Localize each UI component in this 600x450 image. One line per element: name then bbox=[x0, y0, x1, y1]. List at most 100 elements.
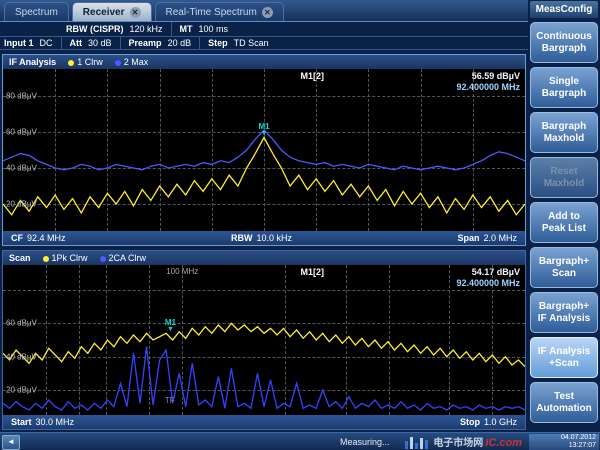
trace2-legend[interactable]: 2CA Clrw bbox=[100, 253, 147, 263]
softkey-single-bargraph[interactable]: Single Bargraph bbox=[530, 67, 598, 108]
watermark: 电子市场网 IC.com bbox=[405, 434, 522, 449]
y-axis-label: 20 dBµV bbox=[6, 386, 37, 395]
legend-label: 1 Clrw bbox=[77, 57, 103, 67]
watermark-bar bbox=[405, 441, 408, 449]
y-axis-label: 60 dBµV bbox=[6, 128, 37, 137]
marker-readout-name: M1[2] bbox=[301, 267, 325, 277]
marker-level: 56.59 dBµV bbox=[456, 71, 520, 82]
marker-m1[interactable]: M1 ▼ bbox=[258, 123, 269, 137]
y-axis-label: 40 dBµV bbox=[6, 352, 37, 361]
y-axis-label: 40 dBµV bbox=[6, 164, 37, 173]
softkey-menu-title: MeasConfig bbox=[530, 1, 598, 18]
if-analysis-window[interactable]: IF Analysis 1 Clrw 2 Max 80 dBµV 60 dBµV 4… bbox=[2, 54, 526, 246]
date: 04.07.2012 bbox=[532, 434, 596, 442]
marker-m1[interactable]: M1 ▼ bbox=[165, 319, 176, 333]
close-icon[interactable]: ✕ bbox=[262, 7, 273, 18]
marker-readout-name: M1[2] bbox=[301, 71, 325, 81]
date-time-display: 04.07.2012 13:27:07 bbox=[529, 434, 599, 450]
softkey-continuous-bargraph[interactable]: Continuous Bargraph bbox=[530, 22, 598, 63]
settings-row-1: RBW (CISPR) 120 kHz MT100 ms bbox=[0, 22, 528, 36]
scan-window-header: Scan 1Pk Clrw 2CA Clrw bbox=[3, 251, 525, 265]
scan-window[interactable]: Scan 1Pk Clrw 2CA Clrw 60 dBµV 40 dBµV 20 … bbox=[2, 250, 526, 430]
tab-spectrum[interactable]: Spectrum bbox=[4, 2, 69, 21]
y-axis-label: 20 dBµV bbox=[6, 200, 37, 209]
blue-trace-dot-icon bbox=[100, 256, 106, 262]
cf-readout[interactable]: CF92.4 MHz bbox=[11, 233, 66, 243]
marker-triangle-icon: ▼ bbox=[258, 130, 269, 137]
tab-bar: Spectrum Receiver ✕ Real-Time Spectrum ✕… bbox=[0, 0, 600, 22]
close-icon[interactable]: ✕ bbox=[130, 7, 141, 18]
blue-trace-dot-icon bbox=[115, 60, 121, 66]
step-setting[interactable]: Step TD Scan bbox=[208, 38, 269, 48]
rbw-setting[interactable]: RBW (CISPR) 120 kHz bbox=[66, 24, 163, 34]
if-window-header: IF Analysis 1 Clrw 2 Max bbox=[3, 55, 525, 69]
preamp-setting[interactable]: Preamp 20 dB bbox=[129, 38, 192, 48]
divider bbox=[61, 37, 62, 49]
preamp-label: Preamp bbox=[129, 38, 162, 48]
marker-m1-label: M1 bbox=[165, 319, 176, 326]
input-label: Input 1 bbox=[4, 38, 34, 48]
scan-plot[interactable]: 60 dBµV 40 dBµV 20 dBµV 100 MHz TF M1[2] 5… bbox=[3, 265, 525, 415]
softkey-bargraph-if-analysis[interactable]: Bargraph+ IF Analysis bbox=[530, 292, 598, 333]
att-label: Att bbox=[70, 38, 83, 48]
softkey-reset-maxhold: Reset Maxhold bbox=[530, 157, 598, 198]
softkey-bargraph-maxhold[interactable]: Bargraph Maxhold bbox=[530, 112, 598, 153]
start-readout[interactable]: Start30.0 MHz bbox=[11, 417, 74, 427]
if-window-footer: CF92.4 MHz RBW10.0 kHz Span2.0 MHz bbox=[3, 231, 525, 245]
scan-trace-svg bbox=[3, 265, 525, 415]
watermark-bar bbox=[415, 443, 418, 449]
settings-row-2: Input 1DC Att 30 dB Preamp 20 dB Step TD Sc… bbox=[0, 36, 528, 50]
preamp-value: 20 dB bbox=[168, 38, 192, 48]
back-arrow-button[interactable]: ◄ bbox=[2, 435, 20, 450]
stop-readout[interactable]: Stop1.0 GHz bbox=[460, 417, 517, 427]
rbw-value: 120 kHz bbox=[130, 24, 163, 34]
att-value: 30 dB bbox=[88, 38, 112, 48]
mt-setting[interactable]: MT100 ms bbox=[180, 24, 229, 34]
rbw-label: RBW (CISPR) bbox=[66, 24, 124, 34]
status-bar: ◄ Measuring... 电子市场网 IC.com 04.07.2012 1… bbox=[0, 432, 600, 450]
legend-label: 2 Max bbox=[124, 57, 149, 67]
tab-receiver[interactable]: Receiver ✕ bbox=[72, 2, 152, 21]
divider bbox=[171, 22, 172, 36]
legend-label: 2CA Clrw bbox=[109, 253, 147, 263]
marker-frequency: 92.400000 MHz bbox=[456, 82, 520, 93]
time: 13:27:07 bbox=[532, 442, 596, 450]
scan-window-footer: Start30.0 MHz Stop1.0 GHz bbox=[3, 415, 525, 429]
rbw-readout[interactable]: RBW10.0 kHz bbox=[231, 233, 292, 243]
att-setting[interactable]: Att 30 dB bbox=[70, 38, 112, 48]
softkey-if-analysis-scan[interactable]: IF Analysis +Scan bbox=[530, 337, 598, 378]
measuring-status: Measuring... bbox=[340, 437, 390, 447]
step-label: Step bbox=[208, 38, 228, 48]
trace1-legend[interactable]: 1 Clrw bbox=[68, 57, 103, 67]
tab-realtime-spectrum[interactable]: Real-Time Spectrum ✕ bbox=[155, 2, 284, 21]
marker-triangle-icon: ▼ bbox=[165, 326, 176, 333]
trace1-legend[interactable]: 1Pk Clrw bbox=[43, 253, 88, 263]
softkey-test-automation[interactable]: Test Automation bbox=[530, 382, 598, 423]
if-analysis-plot[interactable]: 80 dBµV 60 dBµV 40 dBµV 20 dBµV M1[2] 56.59… bbox=[3, 69, 525, 231]
input-setting[interactable]: Input 1DC bbox=[4, 38, 53, 48]
watermark-bar bbox=[410, 437, 413, 449]
tf-label: TF bbox=[165, 396, 175, 405]
watermark-logo-text: IC.com bbox=[485, 437, 522, 449]
x-gridline-label: 100 MHz bbox=[166, 267, 198, 276]
watermark-bar bbox=[425, 440, 428, 449]
y-axis-label: 60 dBµV bbox=[6, 319, 37, 328]
yellow-trace-dot-icon bbox=[68, 60, 74, 66]
marker-readout-values: 54.17 dBµV 92.400000 MHz bbox=[456, 267, 520, 289]
mt-label: MT bbox=[180, 24, 193, 34]
window-title: Scan bbox=[9, 253, 31, 263]
softkey-bargraph-scan[interactable]: Bargraph+ Scan bbox=[530, 247, 598, 288]
softkey-menu: MeasConfig Continuous Bargraph Single Ba… bbox=[528, 0, 600, 432]
marker-m1-label: M1 bbox=[258, 123, 269, 130]
trace2-legend[interactable]: 2 Max bbox=[115, 57, 149, 67]
softkey-add-to-peak-list[interactable]: Add to Peak List bbox=[530, 202, 598, 243]
tab-label: Spectrum bbox=[15, 7, 58, 18]
legend-label: 1Pk Clrw bbox=[52, 253, 88, 263]
y-axis-label: 80 dBµV bbox=[6, 92, 37, 101]
span-readout[interactable]: Span2.0 MHz bbox=[457, 233, 517, 243]
yellow-trace-dot-icon bbox=[43, 256, 49, 262]
step-value: TD Scan bbox=[234, 38, 269, 48]
tab-label: Real-Time Spectrum bbox=[166, 7, 257, 18]
watermark-bar bbox=[420, 438, 423, 449]
watermark-text: 电子市场网 bbox=[433, 434, 483, 449]
